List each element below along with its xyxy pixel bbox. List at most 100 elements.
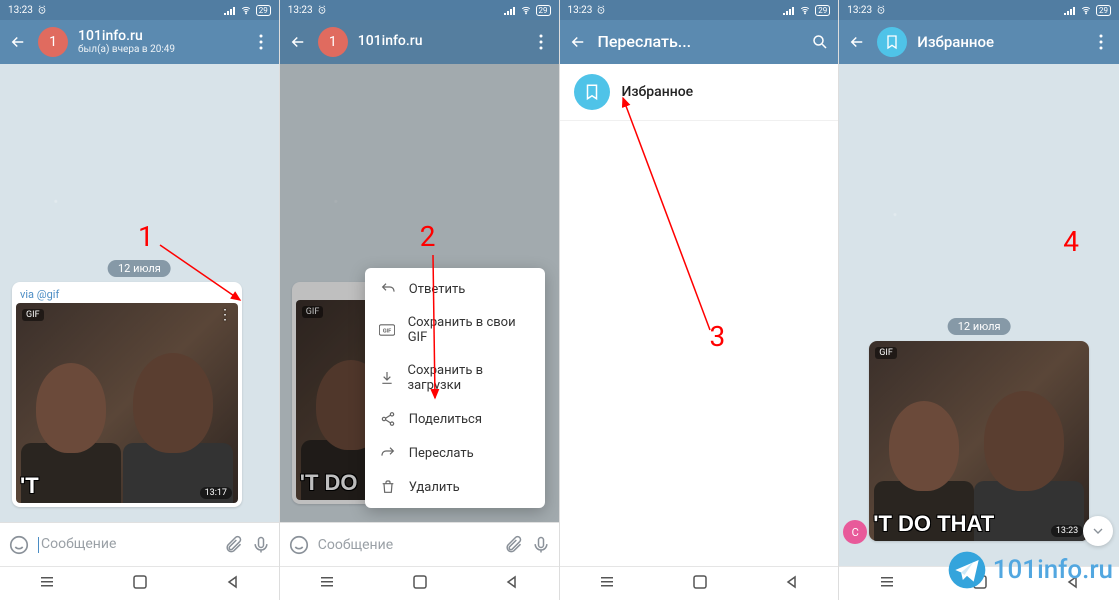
- nav-back-icon[interactable]: [505, 574, 519, 593]
- menu-reply[interactable]: Ответить: [365, 272, 545, 306]
- svg-text:GIF: GIF: [383, 328, 392, 334]
- message-bubble[interactable]: via @gif GIF ⋮ 'T 13:17: [12, 282, 242, 507]
- status-time: 13:23: [568, 5, 593, 16]
- forward-header: Переслать...: [560, 20, 839, 64]
- wifi-icon: [240, 5, 252, 15]
- via-label: via @gif: [16, 286, 238, 303]
- panel-2: 13:23 29 1 101info.ru G: [280, 0, 560, 600]
- more-button[interactable]: [251, 32, 271, 52]
- alarm-icon: [37, 5, 47, 15]
- forward-list[interactable]: Избранное: [560, 64, 839, 566]
- chat-header: 1 101info.ru: [280, 20, 559, 64]
- saved-avatar: [574, 74, 610, 110]
- menu-share[interactable]: Поделиться: [365, 402, 545, 436]
- more-button[interactable]: [531, 32, 551, 52]
- nav-home-icon[interactable]: [133, 574, 147, 593]
- nav-back-icon[interactable]: [1066, 574, 1080, 593]
- panel-3: 13:23 29 Переслать... Избранное: [560, 0, 840, 600]
- panel-4: 13:23 29 Избранное 12 июля: [839, 0, 1119, 600]
- android-nav-bar: [0, 566, 279, 600]
- gif-badge: GIF: [22, 309, 44, 321]
- back-button[interactable]: [8, 32, 28, 52]
- mic-icon[interactable]: [531, 535, 551, 555]
- mic-icon[interactable]: [251, 535, 271, 555]
- signal-icon: [224, 5, 236, 15]
- menu-save-downloads[interactable]: Сохранить в загрузки: [365, 354, 545, 402]
- gif-caption: 'T: [20, 473, 39, 499]
- context-menu: Ответить GIF Сохранить в свои GIF Сохран…: [365, 268, 545, 508]
- saved-title: Избранное: [917, 34, 1081, 51]
- nav-home-icon[interactable]: [693, 574, 707, 593]
- chat-title: 101info.ru: [78, 29, 241, 44]
- chat-header: 1 101info.ru был(а) вчера в 20:49: [0, 20, 279, 64]
- gif-attachment[interactable]: GIF 'T DO THAT 13:23: [869, 341, 1089, 541]
- nav-back-icon[interactable]: [785, 574, 799, 593]
- status-bar: 13:23 29: [839, 0, 1119, 20]
- signal-icon: [1064, 5, 1076, 15]
- attach-icon[interactable]: [223, 535, 243, 555]
- alarm-icon: [596, 5, 606, 15]
- menu-delete[interactable]: Удалить: [365, 470, 545, 504]
- signal-icon: [783, 5, 795, 15]
- back-button[interactable]: [288, 32, 308, 52]
- wifi-icon: [799, 5, 811, 15]
- battery-icon: 29: [815, 5, 830, 16]
- chat-title-block[interactable]: 101info.ru: [358, 34, 521, 49]
- menu-save-gif[interactable]: GIF Сохранить в свои GIF: [365, 306, 545, 354]
- chat-avatar[interactable]: 1: [318, 27, 348, 57]
- battery-icon: 29: [256, 5, 271, 16]
- chat-body[interactable]: 12 июля via @gif GIF ⋮ 'T 13:17: [0, 64, 279, 522]
- gif-badge: GIF: [875, 347, 897, 359]
- nav-menu-icon[interactable]: [599, 574, 615, 594]
- scroll-down-button[interactable]: [1083, 516, 1113, 546]
- status-time: 13:23: [8, 5, 33, 16]
- share-icon: [379, 411, 397, 427]
- chat-title: 101info.ru: [358, 34, 521, 49]
- nav-home-icon[interactable]: [413, 574, 427, 593]
- message-input[interactable]: Сообщение: [38, 536, 215, 552]
- android-nav-bar: [280, 566, 559, 600]
- alarm-icon: [876, 5, 886, 15]
- sender-avatar[interactable]: C: [843, 520, 867, 544]
- gif-attachment[interactable]: GIF ⋮ 'T 13:17: [16, 303, 238, 503]
- status-bar: 13:23 29: [0, 0, 279, 20]
- more-button[interactable]: [1091, 32, 1111, 52]
- status-time: 13:23: [288, 5, 313, 16]
- forward-icon: [379, 445, 397, 461]
- nav-menu-icon[interactable]: [319, 574, 335, 594]
- android-nav-bar: [839, 566, 1119, 600]
- attach-icon[interactable]: [503, 535, 523, 555]
- emoji-icon[interactable]: [8, 534, 30, 556]
- forward-item-saved[interactable]: Избранное: [560, 64, 839, 121]
- message-options-icon[interactable]: ⋮: [218, 307, 232, 323]
- message-bubble[interactable]: GIF 'T DO THAT 13:23: [869, 341, 1089, 541]
- chat-body[interactable]: 12 июля GIF 'T DO THAT 13:23 C: [839, 64, 1119, 566]
- panel-1: 13:23 29 1 101info.ru был(а) вчера в 20:…: [0, 0, 280, 600]
- nav-menu-icon[interactable]: [879, 574, 895, 594]
- back-button[interactable]: [568, 32, 588, 52]
- nav-home-icon[interactable]: [973, 574, 987, 593]
- signal-icon: [504, 5, 516, 15]
- wifi-icon: [1080, 5, 1092, 15]
- chat-subtitle: был(а) вчера в 20:49: [78, 44, 241, 55]
- download-icon: [379, 370, 396, 386]
- alarm-icon: [317, 5, 327, 15]
- chat-body[interactable]: GIF 'T DO 13:17 Ответить GIF Сохранить в…: [280, 64, 559, 522]
- saved-avatar[interactable]: [877, 27, 907, 57]
- battery-icon: 29: [1096, 5, 1111, 16]
- nav-back-icon[interactable]: [226, 574, 240, 593]
- message-time: 13:23: [1051, 525, 1083, 537]
- nav-menu-icon[interactable]: [39, 574, 55, 594]
- status-time: 13:23: [847, 5, 872, 16]
- menu-forward[interactable]: Переслать: [365, 436, 545, 470]
- reply-icon: [379, 281, 397, 297]
- chat-avatar[interactable]: 1: [38, 27, 68, 57]
- search-button[interactable]: [810, 32, 830, 52]
- chat-title-block[interactable]: 101info.ru был(а) вчера в 20:49: [78, 29, 241, 55]
- message-input-bar: Сообщение: [0, 522, 279, 566]
- date-chip: 12 июля: [948, 318, 1011, 335]
- forward-title: Переслать...: [598, 33, 801, 51]
- back-button[interactable]: [847, 32, 867, 52]
- message-input[interactable]: Сообщение: [318, 537, 495, 553]
- emoji-icon[interactable]: [288, 534, 310, 556]
